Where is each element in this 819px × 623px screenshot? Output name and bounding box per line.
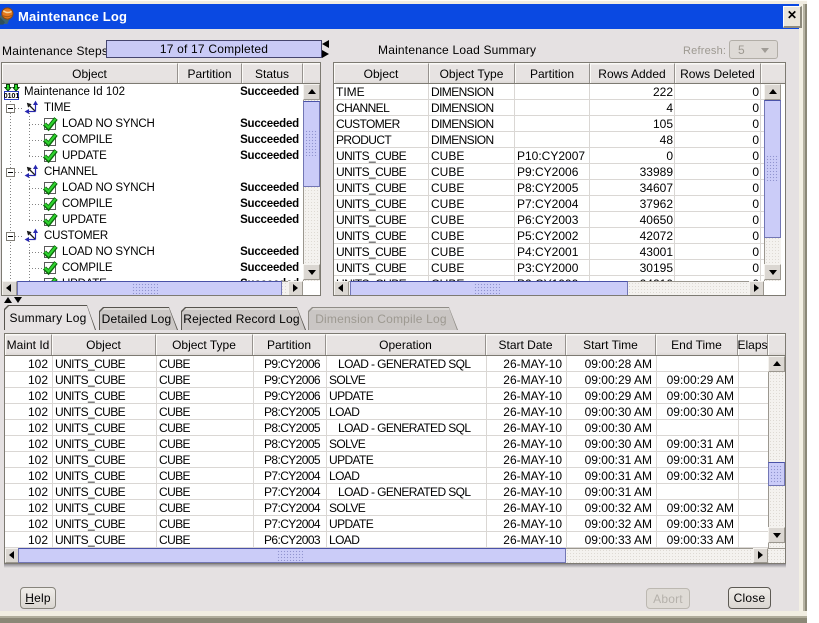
svg-text:0101: 0101 (4, 93, 20, 100)
